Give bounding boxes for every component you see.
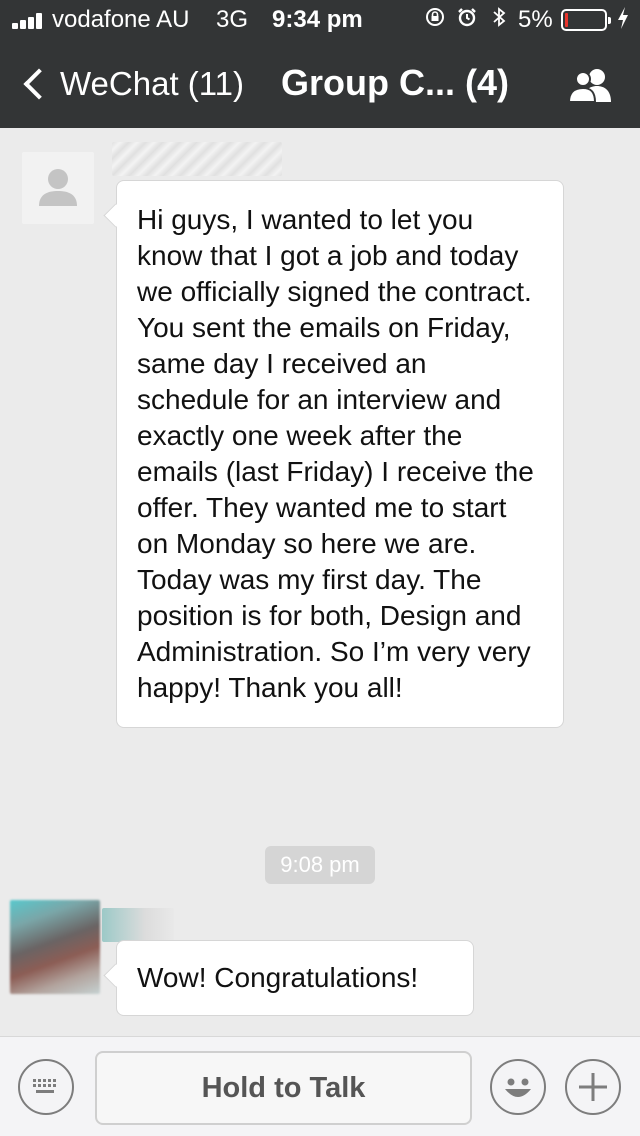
chat-messages[interactable]: Hi guys, I wanted to let you know that I…: [0, 128, 640, 1036]
group-contacts-icon[interactable]: [566, 66, 616, 106]
message-bubble[interactable]: Wow! Congratulations!: [116, 940, 474, 1016]
back-button[interactable]: WeChat (11): [18, 60, 244, 108]
rotation-lock-icon: [424, 6, 446, 34]
signal-strength-icon: [12, 13, 48, 29]
charging-bolt-icon: [616, 6, 630, 36]
message-text: Hi guys, I wanted to let you know that I…: [137, 204, 534, 703]
chat-title: Group C... (4): [281, 62, 509, 103]
network-type: 3G: [216, 6, 249, 33]
status-time: 9:34 pm: [272, 6, 363, 33]
sender-name-redacted: [102, 908, 174, 942]
battery-level-fill: [565, 13, 568, 27]
status-icons: [424, 6, 510, 34]
back-label: WeChat (11): [60, 65, 245, 102]
navigation-bar: WeChat (11) Group C... (4): [0, 40, 640, 128]
message-timestamp: 9:08 pm: [265, 846, 375, 884]
battery-percent: 5%: [518, 6, 553, 33]
sender-name-redacted: [112, 142, 282, 176]
keyboard-icon[interactable]: [18, 1059, 74, 1115]
emoji-icon[interactable]: [490, 1059, 546, 1115]
message-bubble[interactable]: Hi guys, I wanted to let you know that I…: [116, 180, 564, 728]
message-text: Wow! Congratulations!: [137, 962, 419, 993]
chevron-left-icon: [23, 68, 55, 100]
default-avatar-icon[interactable]: [22, 152, 94, 224]
alarm-icon: [456, 6, 478, 34]
battery-icon: [561, 9, 611, 31]
input-bar: Hold to Talk: [0, 1036, 640, 1136]
carrier-name: vodafone AU: [52, 6, 190, 33]
status-bar: vodafone AU 3G 9:34 pm 5%: [0, 0, 640, 40]
plus-icon[interactable]: [565, 1059, 621, 1115]
hold-to-talk-button[interactable]: Hold to Talk: [95, 1051, 472, 1125]
photo-avatar[interactable]: [10, 900, 100, 994]
bluetooth-icon: [488, 6, 510, 34]
